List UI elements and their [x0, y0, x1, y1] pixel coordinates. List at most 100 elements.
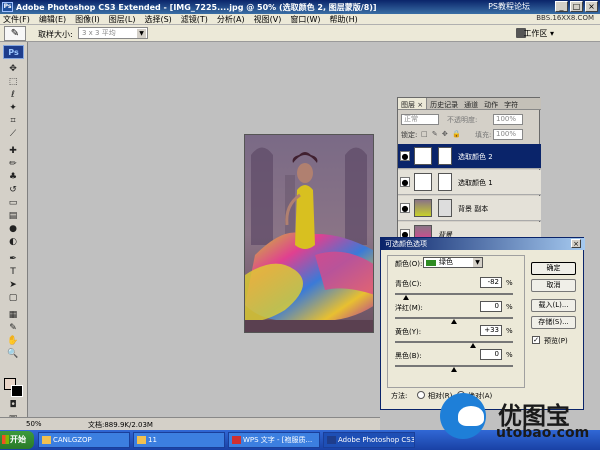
eraser-tool-icon[interactable]: ▭	[5, 198, 21, 209]
black-slider-knob[interactable]	[451, 367, 457, 372]
magic-wand-icon[interactable]: ✦	[5, 103, 21, 114]
magenta-slider-knob[interactable]	[451, 319, 457, 324]
tab-character[interactable]: 字符	[501, 98, 521, 109]
black-unit: %	[506, 351, 513, 359]
workspace-menu[interactable]: 工作区 ▾	[523, 28, 554, 39]
dodge-tool-icon[interactable]: ◐	[5, 237, 21, 248]
layer-mask-thumbnail[interactable]	[438, 173, 452, 191]
ok-button[interactable]: 确定	[531, 262, 576, 275]
blend-mode-select[interactable]: 正常	[401, 114, 439, 125]
yellow-input[interactable]: +33	[480, 325, 502, 336]
menu-help[interactable]: 帮助(H)	[330, 14, 358, 25]
menu-edit[interactable]: 编辑(E)	[39, 14, 66, 25]
history-brush-icon[interactable]: ↺	[5, 185, 21, 196]
zoom-level[interactable]: 50%	[26, 420, 42, 428]
taskbar-item[interactable]: 11	[133, 432, 225, 448]
eye-icon[interactable]: ●	[400, 203, 410, 213]
marquee-tool-icon[interactable]: ⬚	[5, 77, 21, 88]
tab-actions[interactable]: 动作	[481, 98, 501, 109]
layer-row[interactable]: ● 背景 副本	[398, 196, 541, 221]
eye-icon[interactable]: ●	[400, 177, 410, 187]
tab-history[interactable]: 历史记录	[427, 98, 461, 109]
cyan-slider-knob[interactable]	[402, 295, 409, 300]
color-select[interactable]: 绿色 ▼	[423, 257, 483, 268]
layer-row[interactable]: ● 选取颜色 1	[398, 170, 541, 195]
menu-image[interactable]: 图像(I)	[75, 14, 100, 25]
cyan-label: 青色(C):	[395, 280, 422, 288]
lasso-tool-icon[interactable]: ℓ	[5, 90, 21, 101]
menu-filter[interactable]: 滤镜(T)	[181, 14, 208, 25]
menu-select[interactable]: 选择(S)	[144, 14, 171, 25]
color-label: 颜色(O):	[395, 260, 423, 268]
folder-icon	[42, 436, 51, 444]
zoom-tool-icon[interactable]: 🔍	[5, 349, 21, 360]
black-input[interactable]: 0	[480, 349, 502, 360]
layer-name: 选取颜色 1	[458, 179, 493, 187]
eyedropper-icon[interactable]: ✎	[4, 26, 26, 41]
yellow-slider-track[interactable]	[395, 341, 513, 343]
healing-brush-icon[interactable]: ✚	[5, 146, 21, 157]
hand-tool-icon[interactable]: ✋	[5, 336, 21, 347]
window-title: Adobe Photoshop CS3 Extended - [IMG_7225…	[16, 3, 377, 12]
title-bar: Ps Adobe Photoshop CS3 Extended - [IMG_7…	[0, 0, 600, 14]
load-button[interactable]: 载入(L)...	[531, 299, 576, 312]
maximize-button[interactable]: □	[570, 1, 583, 12]
crop-tool-icon[interactable]: ⌗	[5, 116, 21, 127]
green-swatch	[426, 260, 436, 266]
fill-input[interactable]: 100%	[493, 129, 523, 140]
close-button[interactable]: ×	[585, 1, 598, 12]
cyan-slider-track[interactable]	[395, 293, 513, 295]
preview-checkbox[interactable]: ✓	[532, 336, 540, 344]
notes-tool-icon[interactable]: ▦	[5, 310, 21, 321]
start-button[interactable]: 开始	[0, 431, 34, 449]
selective-color-dialog: 可选颜色选项 × 颜色(O): 绿色 ▼ 青色(C): -82 % 洋红(M):…	[380, 237, 585, 410]
quick-mask-icon[interactable]: ◘	[5, 400, 21, 411]
cyan-input[interactable]: -82	[480, 277, 502, 288]
cancel-button[interactable]: 取消	[531, 279, 576, 292]
document-info: 文档:889.9K/2.03M	[88, 421, 153, 429]
menu-view[interactable]: 视图(V)	[254, 14, 282, 25]
tab-channels[interactable]: 通道	[461, 98, 481, 109]
windows-logo-icon	[2, 435, 9, 444]
layer-mask-thumbnail[interactable]	[438, 199, 452, 217]
eye-icon[interactable]: ●	[400, 151, 410, 161]
tab-layers[interactable]: 图层 ×	[398, 98, 428, 109]
type-tool-icon[interactable]: T	[5, 267, 21, 278]
background-color[interactable]	[11, 385, 23, 397]
taskbar-item[interactable]: Adobe Photoshop CS3...	[323, 432, 415, 448]
save-button[interactable]: 存储(S)...	[531, 316, 576, 329]
magenta-input[interactable]: 0	[480, 301, 502, 312]
lock-icons[interactable]: □ ✎ ✥ 🔒	[421, 130, 462, 138]
taskbar-item[interactable]: WPS 文字 - [袍服质...	[228, 432, 320, 448]
blur-tool-icon[interactable]: ●	[5, 224, 21, 235]
photoshop-icon	[327, 436, 336, 444]
minimize-button[interactable]: _	[555, 1, 568, 12]
menu-window[interactable]: 窗口(W)	[290, 14, 320, 25]
shape-tool-icon[interactable]: ▢	[5, 293, 21, 304]
preview-label: 预览(P)	[544, 337, 568, 345]
pen-tool-icon[interactable]: ✒	[5, 254, 21, 265]
relative-radio[interactable]	[417, 391, 425, 399]
layer-mask-thumbnail[interactable]	[438, 147, 452, 165]
sample-size-select[interactable]: 3 x 3 平均 ▼	[78, 27, 148, 39]
move-tool-icon[interactable]: ✥	[5, 64, 21, 75]
photo-render	[245, 135, 373, 332]
clone-stamp-icon[interactable]: ♣	[5, 172, 21, 183]
path-select-icon[interactable]: ➤	[5, 280, 21, 291]
menu-file[interactable]: 文件(F)	[3, 14, 30, 25]
eyedropper-tool-icon[interactable]: ✎	[5, 323, 21, 334]
menu-analysis[interactable]: 分析(A)	[217, 14, 245, 25]
document-image[interactable]	[244, 134, 374, 333]
toolbox: Ps ✥ ⬚ ℓ ✦ ⌗ ⟋ ✚ ✏ ♣ ↺ ▭ ▤ ● ◐ ✒ T ➤ ▢ ▦…	[0, 42, 28, 430]
opacity-input[interactable]: 100%	[493, 114, 523, 125]
gradient-tool-icon[interactable]: ▤	[5, 211, 21, 222]
slice-tool-icon[interactable]: ⟋	[5, 129, 21, 140]
layer-row[interactable]: ● 选取颜色 2	[398, 144, 541, 169]
taskbar-item[interactable]: CANLGZOP	[38, 432, 130, 448]
chevron-down-icon: ▼	[473, 258, 482, 267]
panel-tabs: 图层 × 历史记录 通道 动作 字符	[398, 98, 541, 110]
dialog-close-button[interactable]: ×	[571, 239, 581, 248]
brush-tool-icon[interactable]: ✏	[5, 159, 21, 170]
yellow-slider-knob[interactable]	[470, 343, 477, 348]
menu-layer[interactable]: 图层(L)	[109, 14, 136, 25]
